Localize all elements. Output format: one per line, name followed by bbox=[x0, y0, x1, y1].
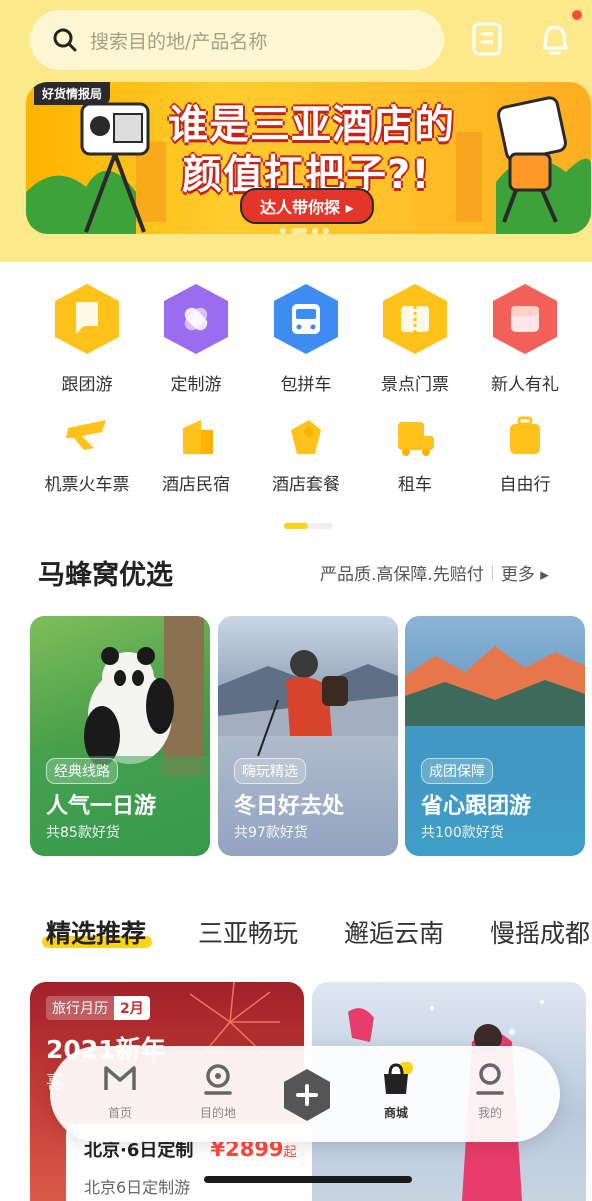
category-hotel-package[interactable]: 酒店套餐 bbox=[251, 414, 361, 495]
nav-label: 商城 bbox=[383, 1106, 408, 1120]
section-subtitle: 严品质.高保障.先赔付 更多 ▸ bbox=[320, 560, 549, 585]
nav-destination[interactable]: 目的地 bbox=[178, 1062, 258, 1121]
notification-dot bbox=[570, 8, 584, 22]
section-title: 马蜂窝优选 bbox=[38, 560, 173, 591]
header-area: 搜索目的地/产品名称 好货情报局 谁是三亚酒店的 颜值扛把子?! 达人带你探 ▸ bbox=[0, 0, 592, 262]
car-icon bbox=[398, 422, 434, 456]
pick-title: 冬日好去处 bbox=[234, 794, 345, 819]
suitcase-icon bbox=[510, 416, 540, 454]
category-label: 酒店民宿 bbox=[162, 475, 230, 495]
plus-icon[interactable] bbox=[282, 1068, 332, 1122]
pick-title: 人气一日游 bbox=[46, 794, 157, 819]
category-label: 定制游 bbox=[170, 375, 222, 395]
category-flight-train[interactable]: 机票火车票 bbox=[32, 414, 142, 495]
lake-image bbox=[405, 646, 585, 856]
tab-yunnan[interactable]: 邂逅云南 bbox=[344, 914, 444, 950]
search-placeholder: 搜索目的地/产品名称 bbox=[90, 30, 268, 53]
category-label: 租车 bbox=[398, 475, 432, 495]
recommend-tabs: 精选推荐 三亚畅玩 邂逅云南 慢摇成都 bbox=[41, 914, 592, 954]
banner-pagination bbox=[280, 228, 329, 234]
category-label: 酒店套餐 bbox=[272, 475, 340, 495]
nav-shop[interactable]: 商城 bbox=[356, 1061, 436, 1121]
pick-badge: 成团保障 bbox=[421, 758, 493, 784]
pick-title: 省心跟团游 bbox=[421, 794, 532, 819]
nav-label: 目的地 bbox=[199, 1106, 236, 1120]
section-slogan: 严品质.高保障.先赔付 bbox=[320, 565, 484, 585]
pick-count: 共97款好货 bbox=[234, 825, 308, 841]
package-icon bbox=[291, 420, 321, 454]
flag-icon bbox=[55, 284, 119, 354]
calendar-label: 旅行月历 bbox=[46, 996, 114, 1020]
shop-bag-icon bbox=[384, 1061, 413, 1094]
category-label: 景点门票 bbox=[381, 375, 449, 395]
home-indicator bbox=[204, 1176, 412, 1183]
category-label: 新人有礼 bbox=[491, 375, 559, 395]
hotel-icon bbox=[183, 420, 213, 454]
category-group-tour[interactable]: 跟团游 bbox=[32, 282, 142, 395]
profile-icon bbox=[476, 1063, 504, 1095]
category-charter-car[interactable]: 包拼车 bbox=[251, 282, 361, 395]
pick-badge: 嗨玩精选 bbox=[234, 758, 306, 784]
promo-banner[interactable]: 好货情报局 谁是三亚酒店的 颜值扛把子?! 达人带你探 ▸ bbox=[26, 82, 591, 234]
pick-card-winter[interactable]: 嗨玩精选 冬日好去处 共97款好货 bbox=[218, 616, 398, 856]
nav-home[interactable]: 首页 bbox=[80, 1062, 160, 1121]
category-label: 跟团游 bbox=[61, 375, 113, 395]
tab-chengdu[interactable]: 慢摇成都 bbox=[490, 914, 590, 950]
category-attraction-ticket[interactable]: 景点门票 bbox=[360, 282, 470, 395]
tab-sanya[interactable]: 三亚畅玩 bbox=[198, 914, 298, 950]
pick-card-day-tour[interactable]: 经典线路 人气一日游 共85款好货 bbox=[30, 616, 210, 856]
category-hotel-homestay[interactable]: 酒店民宿 bbox=[141, 414, 251, 495]
banner-tag: 好货情报局 bbox=[34, 82, 111, 105]
gift-icon bbox=[493, 284, 557, 354]
category-custom-tour[interactable]: 定制游 bbox=[141, 282, 251, 395]
nav-label: 首页 bbox=[107, 1106, 132, 1120]
home-icon bbox=[104, 1066, 136, 1090]
search-icon bbox=[53, 28, 77, 52]
panda-image bbox=[30, 616, 210, 856]
category-label: 机票火车票 bbox=[44, 475, 130, 495]
calendar-month: 2月 bbox=[114, 996, 150, 1020]
pick-count: 共85款好货 bbox=[46, 825, 120, 841]
search-bar[interactable]: 搜索目的地/产品名称 bbox=[30, 10, 444, 70]
bus-icon bbox=[274, 284, 338, 354]
plane-icon bbox=[66, 420, 106, 450]
category-page-indicator bbox=[284, 523, 332, 529]
bell-icon[interactable] bbox=[534, 18, 576, 60]
category-label: 自由行 bbox=[499, 475, 551, 495]
category-free-travel[interactable]: 自由行 bbox=[470, 414, 580, 495]
skier-image bbox=[218, 650, 398, 856]
more-link[interactable]: 更多 ▸ bbox=[501, 560, 549, 585]
nav-label: 我的 bbox=[477, 1106, 502, 1120]
category-label: 包拼车 bbox=[280, 375, 332, 395]
travel-calendar-tag: 旅行月历 2月 bbox=[46, 996, 150, 1020]
custom-icon bbox=[164, 284, 228, 354]
tab-featured[interactable]: 精选推荐 bbox=[41, 914, 153, 950]
banner-cta-button[interactable]: 达人带你探 ▸ bbox=[240, 188, 374, 224]
pick-card-group-tour[interactable]: 成团保障 省心跟团游 共100款好货 bbox=[405, 616, 585, 856]
category-newbie-gift[interactable]: 新人有礼 bbox=[470, 282, 580, 395]
pick-count: 共100款好货 bbox=[421, 825, 504, 841]
document-icon[interactable] bbox=[466, 18, 508, 60]
pick-badge: 经典线路 bbox=[46, 758, 118, 784]
ticket-icon bbox=[383, 284, 447, 354]
location-icon bbox=[204, 1064, 232, 1095]
category-car-rental[interactable]: 租车 bbox=[360, 414, 470, 495]
nav-profile[interactable]: 我的 bbox=[450, 1062, 530, 1121]
bottom-nav: 首页 目的地 商城 我的 bbox=[50, 1046, 560, 1142]
